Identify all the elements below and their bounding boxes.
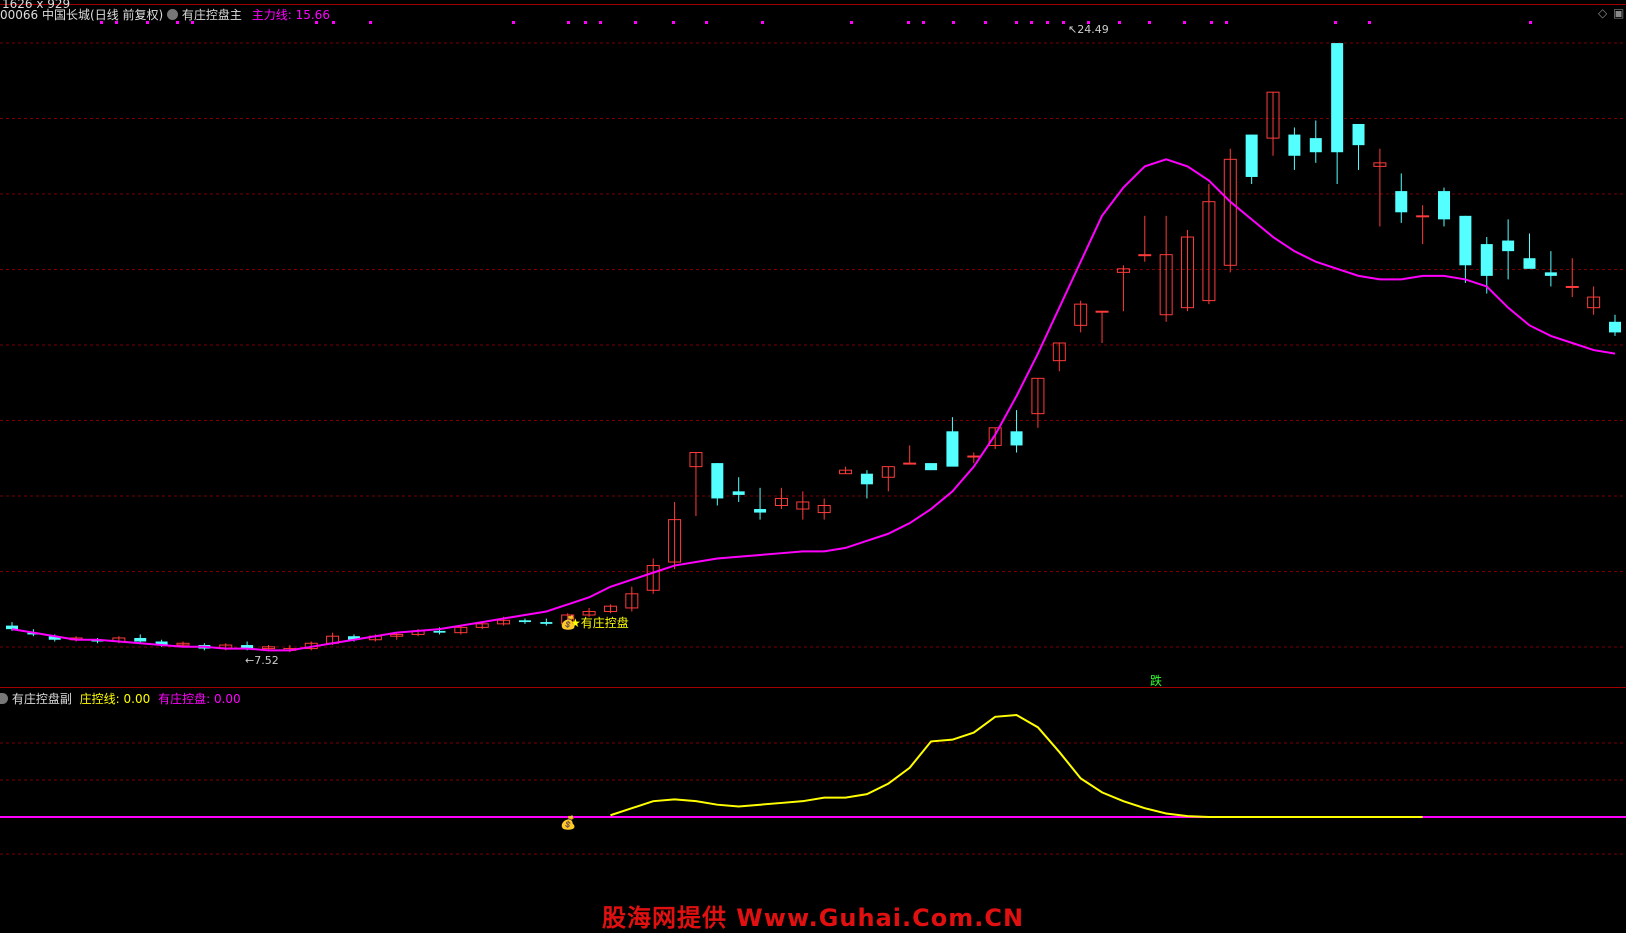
sub-line1-value: 0.00 [123, 692, 151, 706]
candle-body [946, 431, 959, 467]
candle-body [1523, 258, 1536, 269]
candle-body [540, 622, 553, 624]
candle-body [433, 630, 446, 633]
candle-body [711, 463, 724, 499]
signal-marker [1529, 21, 1532, 24]
main-header: 00066 中国长城(日线 前复权) 有庄控盘主 主力线: 15.66 [0, 6, 330, 23]
candle-body [134, 637, 147, 642]
main-line-value: 15.66 [295, 8, 330, 22]
signal-marker [332, 21, 335, 24]
signal-marker [1210, 21, 1213, 24]
signal-marker [1183, 21, 1186, 24]
signal-marker [1046, 21, 1049, 24]
candle-body [1095, 310, 1109, 313]
signal-marker [1030, 21, 1033, 24]
main-indicator-name[interactable]: 有庄控盘主 [182, 8, 242, 22]
period-label: (日线 前复权) [90, 8, 164, 22]
signal-marker [1148, 21, 1151, 24]
candle-body [1502, 240, 1515, 252]
candle-body [903, 462, 917, 465]
money-bag-sub-icon: 💰 [560, 816, 577, 831]
signal-marker [1334, 21, 1337, 24]
signal-marker [984, 21, 987, 24]
signal-marker [584, 21, 587, 24]
main-force-line [11, 158, 1616, 652]
candle-body [1288, 134, 1301, 156]
candle-body [1352, 123, 1365, 146]
signal-marker [952, 21, 955, 24]
signal-marker [1118, 21, 1121, 24]
signal-marker [1225, 21, 1228, 24]
candle-body [967, 455, 981, 458]
money-bag-icon: 💰 [560, 616, 577, 631]
signal-label: ★有庄控盘 [570, 616, 629, 630]
high-price-label: ↖24.49 [1068, 23, 1109, 36]
signal-marker [1062, 21, 1065, 24]
watermark: 股海网提供 Www.Guhai.Com.CN [601, 904, 1025, 932]
sub-indicator-name[interactable]: 有庄控盘副 [12, 692, 72, 706]
signal-marker [761, 21, 764, 24]
signal-marker [907, 21, 910, 24]
signal-marker [634, 21, 637, 24]
signal-marker [850, 21, 853, 24]
candle-body [1609, 321, 1621, 333]
control-line [610, 714, 1423, 818]
signal-marker [1368, 21, 1371, 24]
signal-marker [705, 21, 708, 24]
diamond-icon[interactable]: ◇ [1598, 6, 1607, 20]
low-price-value: 7.52 [254, 654, 279, 667]
high-price-value: 24.49 [1077, 23, 1109, 36]
signal-marker [922, 21, 925, 24]
fall-label: 跌 [1150, 674, 1163, 688]
candle-body [1395, 191, 1408, 213]
candle-body [1331, 43, 1344, 153]
candle-body [1416, 215, 1430, 218]
candle-body [1459, 215, 1472, 266]
low-price-label: ←7.52 [245, 654, 279, 667]
signal-marker [599, 21, 602, 24]
candle-body [1438, 191, 1451, 220]
indicator-toggle-icon[interactable] [167, 9, 179, 20]
signal-marker [1015, 21, 1018, 24]
main-line-label: 主力线: [251, 8, 292, 22]
candle-body [1309, 138, 1322, 153]
candle-body [754, 509, 767, 513]
sub-line2-value: 0.00 [213, 692, 241, 706]
candle-body [1565, 285, 1579, 288]
sub-line2-label: 有庄控盘: [158, 692, 211, 706]
candle-body [1245, 134, 1258, 177]
stock-name: 中国长城 [42, 8, 91, 22]
sub-toggle-icon[interactable] [0, 693, 8, 704]
candle-body [925, 463, 938, 471]
candle-body [732, 491, 745, 495]
signal-marker [567, 21, 570, 24]
sub-line1-label: 庄控线: [79, 692, 120, 706]
sub-header: 有庄控盘副 庄控线: 0.00 有庄控盘: 0.00 [0, 690, 241, 707]
candle-body [860, 473, 873, 485]
panel-icon[interactable]: ▣ [1613, 6, 1624, 20]
signal-marker [369, 21, 372, 24]
candle-body [6, 625, 18, 630]
signal-marker [512, 21, 515, 24]
candle-body [1010, 431, 1023, 446]
candle-body [1138, 254, 1152, 257]
stock-code: 00066 [0, 8, 39, 22]
candle-body [1544, 272, 1557, 276]
candle-body [518, 620, 531, 623]
candle-body [1480, 244, 1493, 276]
signal-marker [672, 21, 675, 24]
kline-chart[interactable] [0, 0, 1626, 929]
